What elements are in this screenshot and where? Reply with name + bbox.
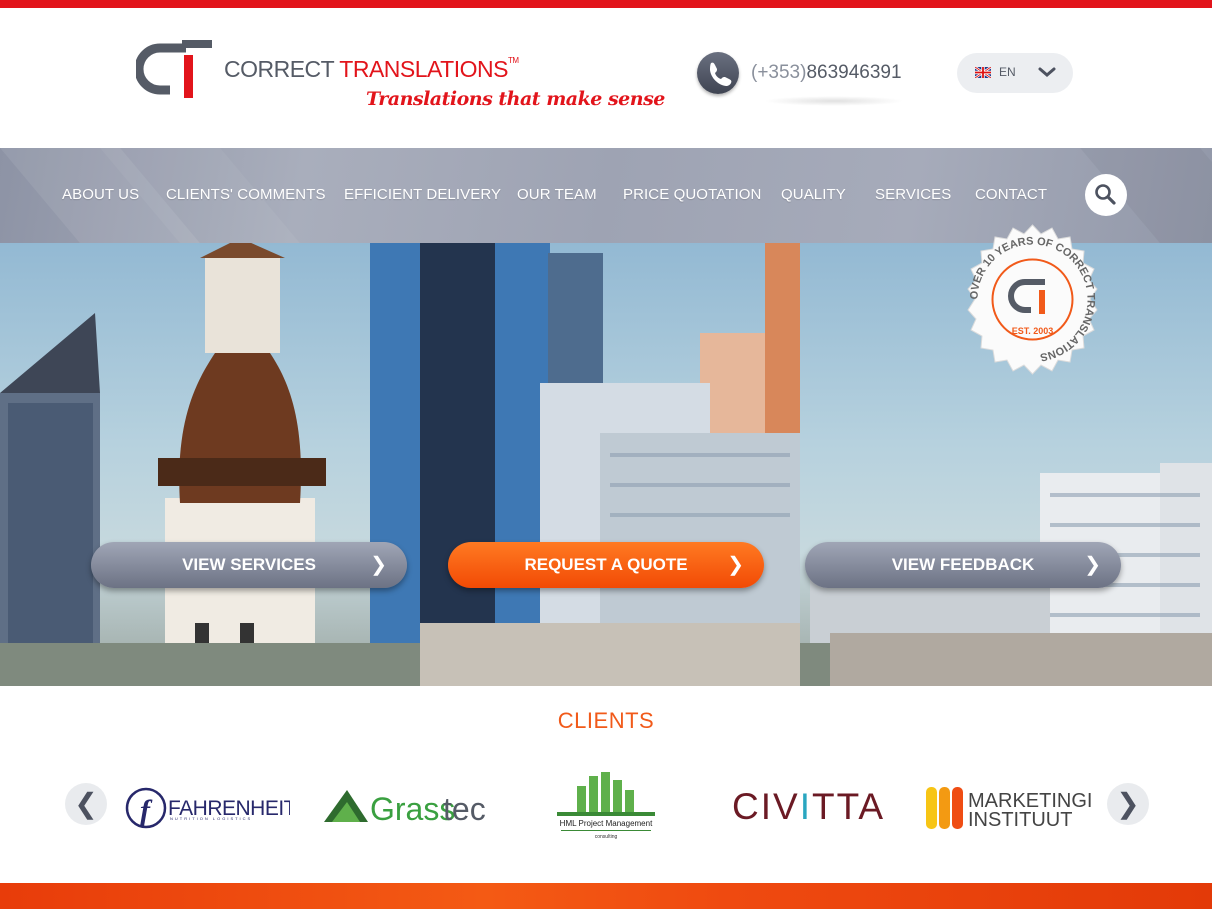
site-logo[interactable]: CORRECT TRANSLATIONSTM Translations that…: [136, 40, 665, 120]
chevron-left-icon: ❮: [74, 788, 98, 819]
svg-text:INSTITUUT: INSTITUUT: [968, 809, 1072, 831]
footer-accent-bar: [0, 883, 1212, 909]
nav-item-contact[interactable]: CONTACT: [975, 186, 1047, 203]
view-services-button[interactable]: VIEW SERVICES ❯: [91, 542, 407, 588]
nav-item-efficient-delivery[interactable]: EFFICIENT DELIVERY: [344, 186, 501, 203]
client-logo-civitta[interactable]: CIVITTA: [730, 770, 886, 840]
svg-text:f: f: [140, 794, 153, 827]
phone-number[interactable]: (+353)863946391: [751, 62, 902, 84]
badge-est: EST. 2003: [1012, 326, 1054, 336]
est-2003-badge: OVER 10 YEARS OF CORRECT TRANSLATIONS ES…: [955, 222, 1110, 377]
language-code: EN: [999, 65, 1016, 79]
uk-flag-icon: [975, 67, 991, 78]
chevron-right-icon: ❯: [370, 554, 387, 576]
carousel-next-button[interactable]: ❯: [1107, 783, 1149, 825]
chevron-down-icon[interactable]: [1037, 65, 1057, 79]
nav-item-quality[interactable]: QUALITY: [781, 186, 846, 203]
brand-name: CORRECT TRANSLATIONSTM: [224, 56, 519, 82]
chevron-right-icon: ❯: [1084, 554, 1101, 576]
language-selector[interactable]: EN: [957, 53, 1073, 93]
svg-text:HML Project Management: HML Project Management: [560, 819, 653, 828]
clients-heading: CLIENTS: [557, 708, 655, 733]
request-quote-button[interactable]: REQUEST A QUOTE ❯: [448, 542, 764, 588]
phone-icon: [697, 52, 739, 94]
request-quote-label: REQUEST A QUOTE: [524, 555, 688, 574]
view-feedback-label: VIEW FEEDBACK: [891, 555, 1035, 574]
view-services-label: VIEW SERVICES: [182, 555, 316, 574]
search-button[interactable]: [1085, 174, 1127, 216]
svg-text:consulting: consulting: [595, 834, 618, 840]
svg-text:CIVITTA: CIVITTA: [732, 786, 885, 827]
svg-text:tec: tec: [443, 791, 486, 827]
client-logo-grasstec[interactable]: Grass tec: [322, 770, 494, 840]
search-icon: [1095, 184, 1116, 205]
carousel-prev-button[interactable]: ❮: [65, 783, 107, 825]
brand-tagline: Translations that make sense: [366, 88, 665, 110]
logo-mark-icon: [136, 40, 212, 98]
view-feedback-button[interactable]: VIEW FEEDBACK ❯: [805, 542, 1121, 588]
nav-item-clients-comments[interactable]: CLIENTS' COMMENTS: [166, 186, 326, 203]
top-accent-bar: [0, 0, 1212, 8]
chevron-right-icon: ❯: [727, 554, 744, 576]
client-logo-hml[interactable]: HML Project Management consulting: [555, 770, 657, 840]
chevron-right-icon: ❯: [1116, 788, 1140, 819]
nav-item-our-team[interactable]: OUR TEAM: [517, 186, 597, 203]
svg-text:NUTRITION LOGISTICS: NUTRITION LOGISTICS: [170, 816, 252, 821]
nav-item-services[interactable]: SERVICES: [875, 186, 951, 203]
client-logo-marketingi-instituut[interactable]: MARKETINGI INSTITUUT: [926, 770, 1092, 840]
nav-item-price-quotation[interactable]: PRICE QUOTATION: [623, 186, 761, 203]
nav-item-about-us[interactable]: ABOUT US: [62, 186, 139, 203]
phone-shadow: [764, 96, 904, 106]
client-logo-fahrenheit[interactable]: f FAHRENHEIT NUTRITION LOGISTICS: [124, 770, 297, 840]
